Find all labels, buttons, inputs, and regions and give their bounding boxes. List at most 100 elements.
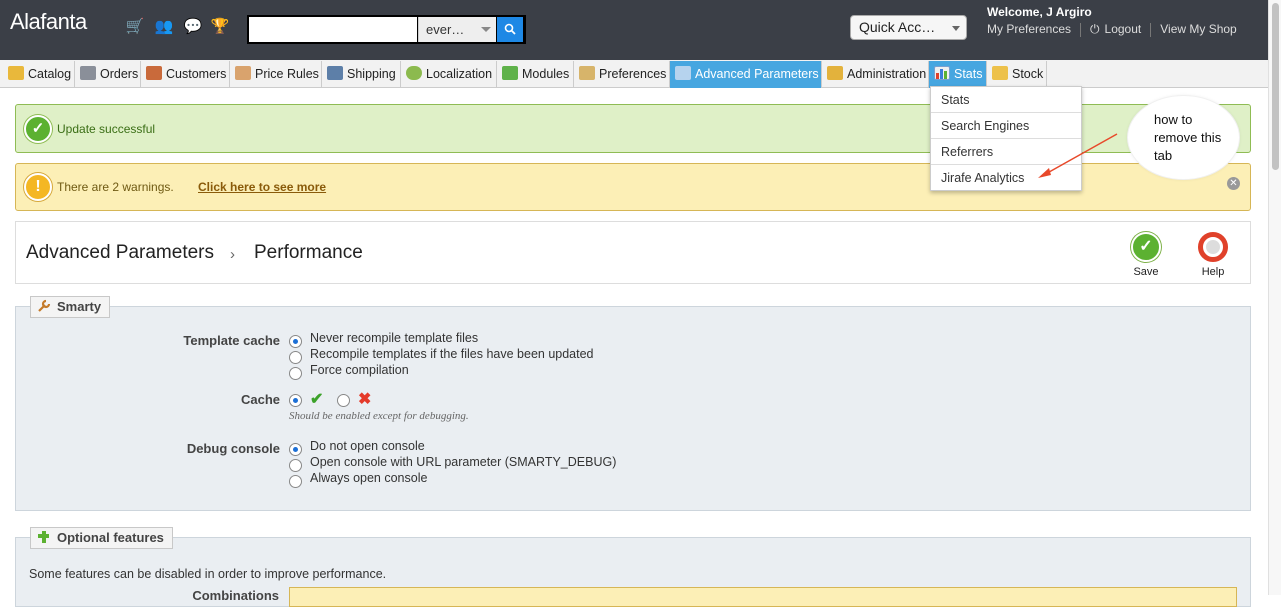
- vertical-scrollbar[interactable]: [1268, 0, 1281, 595]
- menu-item-stats[interactable]: Stats: [931, 87, 1081, 113]
- tab-orders[interactable]: Orders: [75, 61, 141, 88]
- chevron-down-icon: [481, 27, 491, 32]
- annotation-text: how to remove this tab: [1154, 112, 1222, 163]
- tab-advanced-parameters[interactable]: Advanced Parameters: [670, 61, 822, 88]
- template-cache-option: Never recompile template files: [310, 331, 479, 345]
- tab-label: Modules: [522, 67, 570, 81]
- tab-label: Catalog: [28, 67, 72, 81]
- search-input[interactable]: [249, 17, 417, 42]
- check-icon: ✓: [24, 115, 52, 143]
- brand-logo[interactable]: Alafanta: [10, 9, 87, 35]
- folder-icon: [8, 66, 24, 80]
- trophy-icon[interactable]: 🏆: [210, 18, 230, 36]
- tab-customers[interactable]: Customers: [141, 61, 230, 88]
- debug-radio-url[interactable]: [289, 459, 302, 472]
- tab-label: Stats: [954, 67, 983, 81]
- main-tabs: Catalog Orders Customers Price Rules Shi…: [0, 60, 1268, 88]
- tab-modules[interactable]: Modules: [497, 61, 574, 88]
- debug-option: Open console with URL parameter (SMARTY_…: [310, 455, 617, 469]
- scrollbar-thumb[interactable]: [1272, 3, 1279, 170]
- close-icon[interactable]: ✕: [1227, 177, 1240, 190]
- tab-catalog[interactable]: Catalog: [3, 61, 75, 88]
- wrench-icon: [675, 66, 691, 80]
- template-cache-radio-never[interactable]: [289, 335, 302, 348]
- search-button[interactable]: [497, 17, 523, 42]
- warning-message: There are 2 warnings.: [57, 180, 174, 194]
- warning-details-link[interactable]: Click here to see more: [198, 180, 326, 194]
- divider: [1150, 22, 1152, 37]
- my-preferences-link[interactable]: My Preferences: [987, 22, 1071, 36]
- user-links: My Preferences ⏻ Logout View My Shop: [987, 22, 1237, 37]
- price-icon: [235, 66, 251, 80]
- help-button[interactable]: Help: [1196, 232, 1230, 278]
- welcome-text: Welcome, J Argiro: [987, 5, 1092, 19]
- messages-icon[interactable]: 💬: [183, 18, 203, 36]
- cart-icon[interactable]: 🛒: [125, 18, 145, 36]
- help-label: Help: [1201, 266, 1225, 278]
- optional-legend: Optional features: [30, 527, 173, 549]
- debug-option: Do not open console: [310, 439, 425, 453]
- tab-localization[interactable]: Localization: [401, 61, 497, 88]
- view-shop-link[interactable]: View My Shop: [1160, 22, 1236, 36]
- search-box: ever…: [247, 15, 526, 44]
- optional-description: Some features can be disabled in order t…: [29, 567, 387, 581]
- template-cache-label: Template cache: [183, 333, 280, 348]
- puzzle-icon: [37, 530, 51, 544]
- search-icon: [504, 23, 516, 35]
- truck-icon: [327, 66, 343, 80]
- annotation-bubble: how to remove this tab: [1127, 95, 1240, 180]
- quick-access-select[interactable]: Quick Acc…: [850, 15, 967, 40]
- smarty-fieldset: Smarty Template cache Never recompile te…: [15, 296, 1251, 511]
- save-button[interactable]: ✓ Save: [1129, 232, 1163, 278]
- debug-radio-always[interactable]: [289, 475, 302, 488]
- breadcrumb-parent[interactable]: Advanced Parameters: [26, 242, 214, 264]
- key-icon: [827, 66, 843, 80]
- template-cache-option: Force compilation: [310, 363, 409, 377]
- divider: [1080, 22, 1082, 37]
- tab-label: Administration: [847, 67, 927, 81]
- tab-label: Preferences: [599, 67, 667, 81]
- tab-label: Localization: [426, 67, 493, 81]
- tab-label: Customers: [166, 67, 227, 81]
- smarty-legend: Smarty: [30, 296, 111, 318]
- lifebuoy-icon: [1198, 232, 1228, 262]
- debug-option: Always open console: [310, 471, 428, 485]
- chevron-right-icon: ›: [230, 246, 235, 263]
- tab-preferences[interactable]: Preferences: [574, 61, 670, 88]
- top-bar: Alafanta 🛒 👥 💬 🏆 ever… Quick Acc… Welcom…: [0, 0, 1268, 60]
- cache-radio-yes[interactable]: [289, 394, 302, 407]
- person-icon: [146, 66, 162, 80]
- tab-administration[interactable]: Administration: [822, 61, 929, 88]
- search-type-select[interactable]: ever…: [418, 17, 496, 42]
- cache-radio-no[interactable]: [337, 394, 350, 407]
- puzzle-icon: [502, 66, 518, 80]
- quick-access-label: Quick Acc…: [859, 19, 936, 35]
- tab-label: Orders: [100, 67, 139, 81]
- combinations-label: Combinations: [192, 588, 279, 603]
- template-cache-radio-recompile[interactable]: [289, 351, 302, 364]
- logout-link[interactable]: Logout: [1105, 22, 1142, 36]
- legend-text: Optional features: [57, 530, 164, 545]
- debug-radio-none[interactable]: [289, 443, 302, 456]
- success-message: Update successful: [57, 122, 156, 136]
- globe-icon: [406, 66, 422, 80]
- tab-stock[interactable]: Stock: [987, 61, 1047, 88]
- combinations-notice: [289, 587, 1237, 607]
- debug-console-label: Debug console: [186, 441, 280, 456]
- page-header: Advanced Parameters › Performance ✓ Save…: [15, 221, 1251, 284]
- cache-label: Cache: [240, 392, 280, 407]
- tab-label: Stock: [1012, 67, 1044, 81]
- cross-icon: ✖: [358, 391, 372, 408]
- cart-icon: [80, 66, 96, 80]
- tab-label: Price Rules: [255, 67, 319, 81]
- box-icon: [992, 66, 1008, 80]
- cache-hint: Should be enabled except for debugging.: [289, 410, 469, 422]
- tab-shipping[interactable]: Shipping: [322, 61, 401, 88]
- page-title: Performance: [254, 242, 363, 263]
- tab-label: Advanced Parameters: [695, 67, 819, 81]
- tab-price-rules[interactable]: Price Rules: [230, 61, 322, 88]
- tab-stats[interactable]: Stats: [929, 61, 987, 88]
- template-cache-radio-force[interactable]: [289, 367, 302, 380]
- warning-icon: !: [24, 173, 52, 201]
- customers-icon[interactable]: 👥: [154, 18, 174, 36]
